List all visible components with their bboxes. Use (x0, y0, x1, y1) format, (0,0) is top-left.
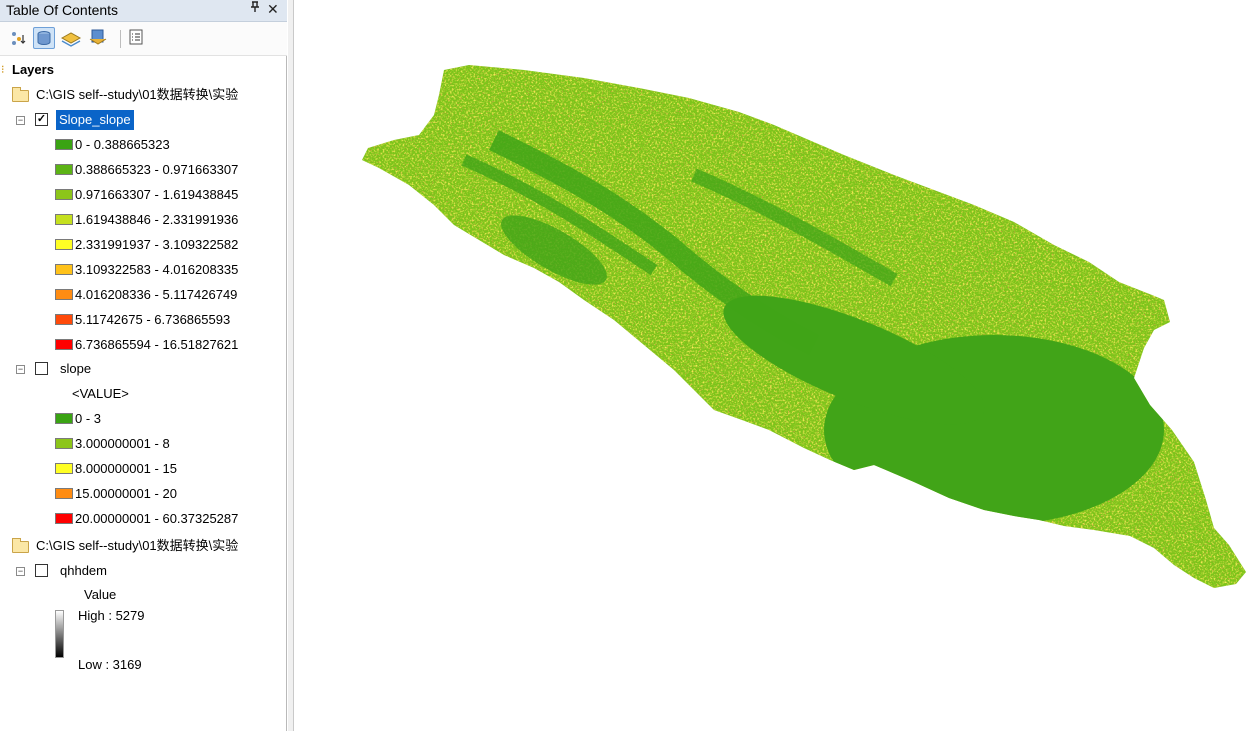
class-color-swatch[interactable] (55, 513, 73, 524)
high-value: High : 5279 (78, 608, 145, 623)
class-label: 2.331991937 - 3.109322582 (75, 237, 239, 252)
collapse-icon[interactable]: − (16, 365, 25, 374)
elevation-color-ramp (55, 610, 64, 658)
basin-raster (362, 65, 1246, 588)
collapse-icon[interactable]: − (16, 567, 25, 576)
layer-name[interactable]: Slope_slope (56, 110, 134, 130)
class-color-swatch[interactable] (55, 438, 73, 449)
slope-raster-map[interactable] (294, 0, 1257, 731)
class-color-swatch[interactable] (55, 164, 73, 175)
class-label: 1.619438846 - 2.331991936 (75, 212, 239, 227)
layer-name[interactable]: slope (60, 359, 91, 379)
close-icon[interactable]: ✕ (267, 1, 279, 18)
layer-visibility-checkbox[interactable] (35, 564, 48, 577)
layers-root-label: Layers (12, 62, 54, 77)
class-label: 5.11742675 - 6.736865593 (75, 312, 231, 327)
class-color-swatch[interactable] (55, 139, 73, 150)
class-color-swatch[interactable] (55, 339, 73, 350)
class-label: 0.971663307 - 1.619438845 (75, 187, 239, 202)
class-label: 15.00000001 - 20 (75, 486, 177, 501)
data-source-group[interactable]: C:\GIS self--study\01数据转换\实验 (0, 536, 287, 556)
options-icon[interactable] (126, 27, 148, 49)
class-label: 8.000000001 - 15 (75, 461, 177, 476)
class-label: 3.000000001 - 8 (75, 436, 170, 451)
class-color-swatch[interactable] (55, 463, 73, 474)
toc-title: Table Of Contents (6, 2, 119, 18)
toolbar-separator (120, 30, 121, 48)
class-label: 20.00000001 - 60.37325287 (75, 511, 239, 526)
class-label: 0 - 3 (75, 411, 102, 426)
class-color-swatch[interactable] (55, 214, 73, 225)
toc-toolbar (0, 22, 287, 56)
layers-root-icon: ⁝ (1, 64, 5, 76)
class-color-swatch[interactable] (55, 314, 73, 325)
low-value: Low : 3169 (78, 657, 142, 672)
list-by-visibility-icon[interactable] (60, 27, 82, 49)
folder-icon (12, 538, 29, 553)
data-source-path: C:\GIS self--study\01数据转换\实验 (36, 538, 239, 553)
class-color-swatch[interactable] (55, 189, 73, 200)
class-label: 4.016208336 - 5.117426749 (75, 287, 238, 302)
field-label: <VALUE> (72, 386, 129, 401)
table-of-contents-panel: Table Of Contents ✕ ⁝ Layers C:\GIS self… (0, 0, 287, 731)
class-label: 3.109322583 - 4.016208335 (75, 262, 239, 277)
layer-visibility-checkbox[interactable] (35, 362, 48, 375)
field-label: Value (84, 587, 117, 602)
data-source-path: C:\GIS self--study\01数据转换\实验 (36, 87, 239, 102)
pin-icon[interactable] (250, 1, 260, 16)
class-color-swatch[interactable] (55, 413, 73, 424)
list-by-selection-icon[interactable] (87, 27, 109, 49)
class-label: 0.388665323 - 0.971663307 (75, 162, 239, 177)
layer-visibility-checkbox[interactable]: ✓ (35, 113, 48, 126)
class-label: 6.736865594 - 16.51827621 (75, 337, 239, 352)
class-label: 0 - 0.388665323 (75, 137, 170, 152)
data-source-group[interactable]: C:\GIS self--study\01数据转换\实验 (0, 85, 287, 105)
class-color-swatch[interactable] (55, 289, 73, 300)
list-by-source-icon[interactable] (33, 27, 55, 49)
map-view[interactable] (294, 0, 1257, 731)
folder-icon (12, 87, 29, 102)
class-color-swatch[interactable] (55, 239, 73, 250)
toc-title-bar: Table Of Contents ✕ (0, 0, 287, 22)
collapse-icon[interactable]: − (16, 116, 25, 125)
list-by-drawing-order-icon[interactable] (8, 27, 30, 49)
class-color-swatch[interactable] (55, 264, 73, 275)
class-color-swatch[interactable] (55, 488, 73, 499)
layer-name[interactable]: qhhdem (60, 561, 107, 581)
